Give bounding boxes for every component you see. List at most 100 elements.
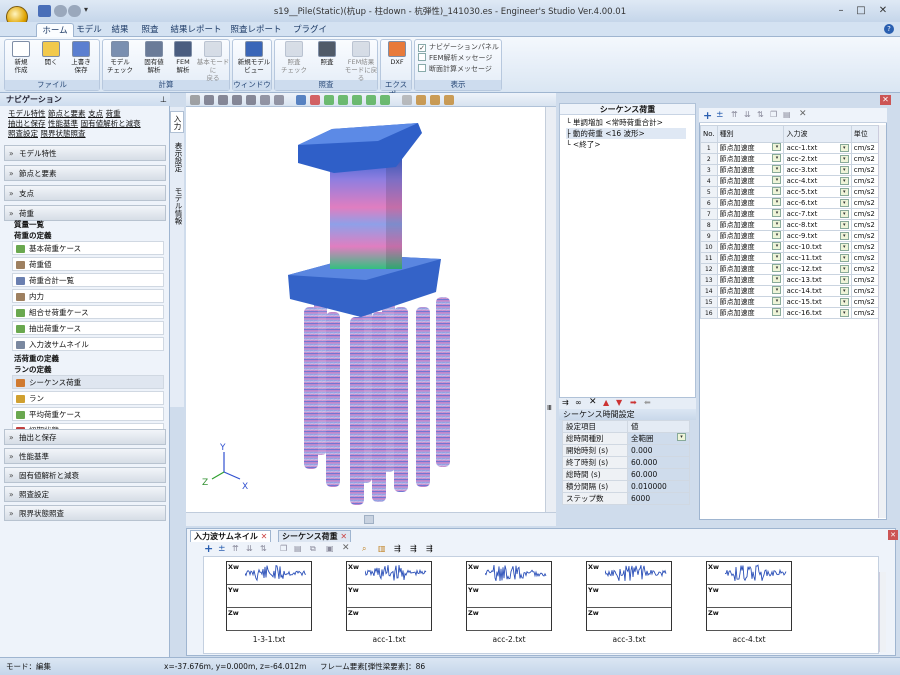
view-tool-icon-14[interactable] — [402, 95, 412, 105]
model-viewport[interactable]: Y Z X — [186, 107, 556, 512]
insert-wave-icon[interactable]: ± — [218, 544, 226, 554]
delete-icon[interactable]: ✕ — [589, 397, 597, 407]
splitter-handle-icon[interactable]: Ⅲ — [547, 404, 555, 414]
side-tab-input[interactable]: 入力 — [170, 111, 184, 133]
sort-icon[interactable]: ⇅ — [757, 110, 764, 119]
nav-item-13[interactable]: 平均荷重ケース — [12, 407, 164, 421]
settings-cell[interactable]: 全範囲 ▾ — [627, 432, 690, 445]
dropdown-icon[interactable]: ▾ — [772, 165, 782, 173]
table-row[interactable]: 1 節点加速度 ▾ acc-1.txt ▾ cm/s2 — [700, 142, 887, 154]
grid-cell[interactable]: 節点加速度 ▾ — [716, 219, 785, 231]
nav-item-4[interactable]: 荷重合計一覧 — [12, 273, 164, 287]
thumbnail-scrollbar[interactable] — [879, 572, 886, 652]
view-tool-icon-2[interactable] — [218, 95, 228, 105]
dropdown-icon[interactable]: ▾ — [772, 220, 782, 228]
grid-cell[interactable]: acc-10.txt ▾ — [783, 241, 852, 253]
dropdown-icon[interactable]: ▾ — [772, 187, 782, 195]
nav-section-bottom-3[interactable]: 照査設定 — [4, 486, 166, 502]
paste-icon[interactable]: ▤ — [783, 110, 791, 119]
table-row[interactable]: 5 節点加速度 ▾ acc-5.txt ▾ cm/s2 — [700, 186, 887, 198]
link-eigen-damping[interactable]: 固有値解析と減衰 — [81, 119, 141, 128]
grid-cell[interactable]: 節点加速度 ▾ — [716, 296, 785, 308]
grid-cell[interactable]: acc-11.txt ▾ — [783, 252, 852, 264]
dropdown-icon[interactable]: ▾ — [839, 276, 849, 284]
grid-cell[interactable]: 節点加速度 ▾ — [716, 208, 785, 220]
table-row[interactable]: 6 節点加速度 ▾ acc-6.txt ▾ cm/s2 — [700, 197, 887, 209]
table-row[interactable]: 11 節点加速度 ▾ acc-11.txt ▾ cm/s2 — [700, 252, 887, 264]
close-panel-icon[interactable]: ✕ — [880, 95, 891, 105]
ribbon-button-basic-mode[interactable]: 基本モードに 戻る — [196, 40, 230, 82]
tab-close-icon[interactable]: ✕ — [261, 532, 268, 541]
close-bottom-panel-icon[interactable]: ✕ — [888, 530, 898, 540]
tab-result-report[interactable]: 結果レポート — [168, 23, 224, 37]
add-wave-icon[interactable]: + — [204, 542, 213, 555]
link-loads[interactable]: 荷重 — [106, 109, 121, 118]
copy-icon[interactable]: ❐ — [770, 110, 777, 119]
paste-wave-icon[interactable]: ▤ — [294, 544, 302, 553]
tab-close-icon[interactable]: ✕ — [340, 532, 347, 541]
dropdown-icon[interactable]: ▾ — [839, 199, 849, 207]
nav-section-bottom-1[interactable]: 性能基準 — [4, 448, 166, 464]
dropdown-icon[interactable]: ▾ — [839, 166, 849, 174]
grid-cell[interactable]: 節点加速度 ▾ — [716, 175, 785, 187]
ribbon-button-verify[interactable]: 照査 — [312, 40, 342, 80]
view-tool-icon-17[interactable] — [444, 95, 454, 105]
link-extract-save[interactable]: 抽出と保存 — [8, 119, 46, 128]
ribbon-button-dxf[interactable]: DXF — [384, 40, 410, 80]
tab-result[interactable]: 結果 — [108, 23, 132, 37]
view-tool-icon-4[interactable] — [246, 95, 256, 105]
wave-thumbnail[interactable]: Xw Yw Zw — [586, 561, 672, 631]
tree-node-end[interactable]: └ <終了> — [566, 139, 600, 150]
tab-check-report[interactable]: 照査レポート — [228, 23, 284, 37]
dropdown-icon[interactable]: ▾ — [772, 275, 782, 283]
table-row[interactable]: 4 節点加速度 ▾ acc-4.txt ▾ cm/s2 — [700, 175, 887, 187]
table-row[interactable]: 9 節点加速度 ▾ acc-9.txt ▾ cm/s2 — [700, 230, 887, 242]
add-step-icon[interactable]: ⇉ — [562, 398, 569, 407]
ribbon-button-new-file[interactable]: 新規 作成 — [6, 40, 36, 80]
grid-cell[interactable]: acc-12.txt ▾ — [783, 263, 852, 275]
dropdown-icon[interactable]: ▾ — [839, 221, 849, 229]
dropdown-icon[interactable]: ▾ — [839, 254, 849, 262]
nav-section-bottom-2[interactable]: 固有値解析と減衰 — [4, 467, 166, 483]
view-tool-icon-5[interactable] — [260, 95, 270, 105]
dropdown-icon[interactable]: ▾ — [839, 265, 849, 273]
wave-thumbnail[interactable]: Xw Yw Zw — [346, 561, 432, 631]
link-performance[interactable]: 性能基準 — [48, 119, 78, 128]
ribbon-button-model-view[interactable]: 新規モデル ビュー — [236, 40, 272, 80]
qat-dropdown-icon[interactable]: ▾ — [84, 5, 92, 17]
grid-cell[interactable]: 節点加速度 ▾ — [716, 285, 785, 297]
dropdown-icon[interactable]: ▾ — [839, 144, 849, 152]
view-tool-icon-12[interactable] — [366, 95, 376, 105]
ribbon-button-save[interactable]: 上書き 保存 — [66, 40, 96, 80]
grid-cell[interactable]: 節点加速度 ▾ — [716, 263, 785, 275]
view-tool-icon-3[interactable] — [232, 95, 242, 105]
grid-cell[interactable]: 節点加速度 ▾ — [716, 274, 785, 286]
dropdown-icon[interactable]: ▾ — [772, 242, 782, 250]
grid-cell[interactable]: acc-5.txt ▾ — [783, 186, 852, 198]
tab-check[interactable]: 照査 — [138, 23, 162, 37]
wave-thumbnail[interactable]: Xw Yw Zw — [466, 561, 552, 631]
move-up-icon[interactable]: ▲ — [603, 398, 609, 407]
help-icon[interactable]: ? — [884, 24, 894, 34]
ribbon-button-fem-mode[interactable]: FEM結果 モードに戻る — [344, 40, 378, 82]
add-row-icon[interactable]: + — [703, 109, 712, 122]
dropdown-icon[interactable]: ▾ — [772, 308, 782, 316]
link-limit-state[interactable]: 限界状態照査 — [41, 129, 86, 138]
view-tool-icon-16[interactable] — [430, 95, 440, 105]
wave-thumbnail[interactable]: Xw Yw Zw — [706, 561, 792, 631]
dropdown-icon[interactable]: ▾ — [772, 253, 782, 261]
link-check-settings[interactable]: 照査設定 — [8, 129, 38, 138]
nav-section-2[interactable]: 支点 — [4, 185, 166, 201]
scroll-thumb[interactable] — [364, 515, 374, 524]
maximize-button[interactable]: □ — [852, 3, 870, 18]
nav-section-0[interactable]: モデル特性 — [4, 145, 166, 161]
duplicate-wave-icon[interactable]: ⧉ — [310, 544, 316, 554]
table-row[interactable]: 12 節点加速度 ▾ acc-12.txt ▾ cm/s2 — [700, 263, 887, 275]
dropdown-icon[interactable]: ▾ — [839, 177, 849, 185]
table-row[interactable]: 2 節点加速度 ▾ acc-2.txt ▾ cm/s2 — [700, 153, 887, 165]
grid-cell[interactable]: 節点加速度 ▾ — [716, 142, 785, 154]
dropdown-icon[interactable]: ▾ — [772, 198, 782, 206]
minimize-button[interactable]: – — [832, 3, 850, 18]
nav-item-5[interactable]: 内力 — [12, 289, 164, 303]
dropdown-icon[interactable]: ▾ — [839, 287, 849, 295]
